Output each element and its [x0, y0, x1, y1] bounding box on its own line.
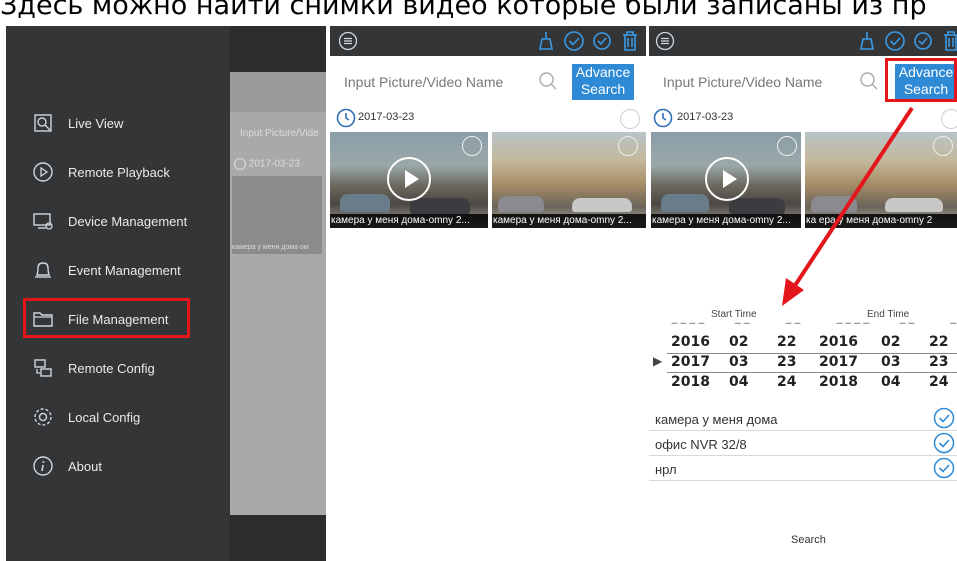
red-arrow-icon — [782, 106, 914, 306]
